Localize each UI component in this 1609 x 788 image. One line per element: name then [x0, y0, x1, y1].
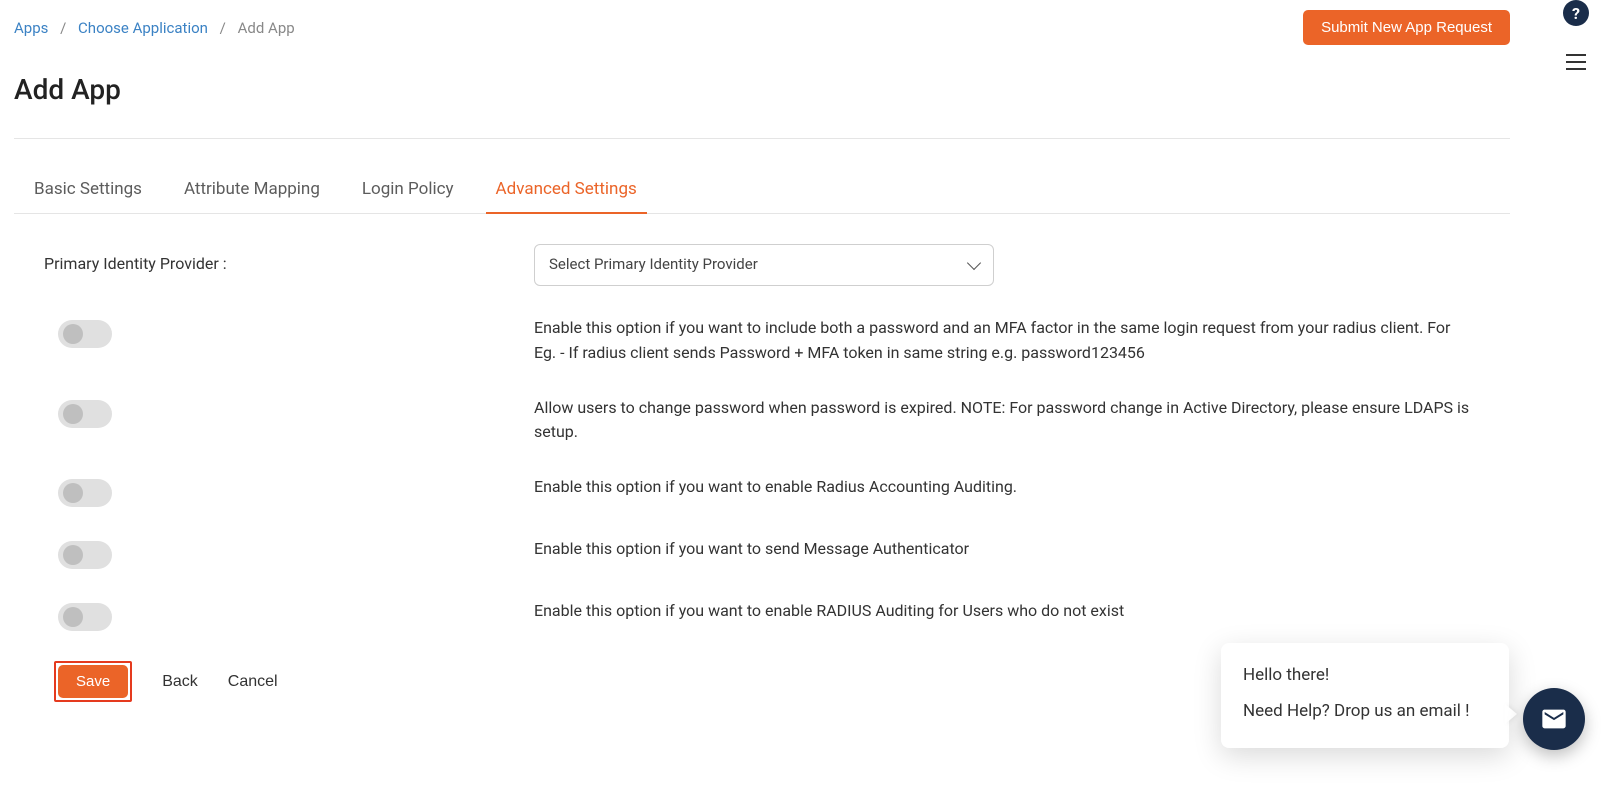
- toggle-message-authenticator[interactable]: [58, 541, 112, 569]
- desc-message-authenticator: Enable this option if you want to send M…: [534, 537, 1510, 562]
- tabs: Basic Settings Attribute Mapping Login P…: [14, 179, 1510, 214]
- cancel-button[interactable]: Cancel: [228, 673, 278, 691]
- toggle-password-mfa-combined[interactable]: [58, 320, 112, 348]
- breadcrumb-choose-application[interactable]: Choose Application: [78, 19, 208, 37]
- tab-advanced-settings[interactable]: Advanced Settings: [496, 179, 637, 213]
- tab-basic-settings[interactable]: Basic Settings: [34, 179, 142, 213]
- toggle-radius-auditing-unknown-users[interactable]: [58, 603, 112, 631]
- tab-attribute-mapping[interactable]: Attribute Mapping: [184, 179, 320, 213]
- desc-radius-auditing-unknown-users: Enable this option if you want to enable…: [534, 599, 1510, 624]
- primary-idp-select-value: Select Primary Identity Provider: [549, 253, 758, 276]
- chat-popup-title: Hello there!: [1243, 663, 1487, 689]
- page-title: Add App: [14, 73, 1510, 106]
- back-button[interactable]: Back: [162, 673, 198, 691]
- desc-password-mfa-combined: Enable this option if you want to includ…: [534, 316, 1510, 366]
- main-content: Apps / Choose Application / Add App Subm…: [0, 0, 1510, 702]
- divider: [14, 138, 1510, 139]
- chevron-down-icon: [967, 256, 981, 270]
- breadcrumb-apps[interactable]: Apps: [14, 19, 48, 37]
- primary-idp-label: Primary Identity Provider :: [44, 244, 534, 273]
- toggle-change-password-expired[interactable]: [58, 400, 112, 428]
- chat-popup-body: Need Help? Drop us an email !: [1243, 699, 1487, 725]
- desc-change-password-expired: Allow users to change password when pass…: [534, 396, 1510, 446]
- breadcrumb-current: Add App: [238, 19, 295, 37]
- hamburger-menu-icon[interactable]: [1566, 54, 1586, 70]
- desc-radius-accounting-auditing: Enable this option if you want to enable…: [534, 475, 1510, 500]
- save-button[interactable]: Save: [58, 665, 128, 698]
- save-button-highlight: Save: [54, 661, 132, 702]
- submit-new-app-request-button[interactable]: Submit New App Request: [1303, 10, 1510, 45]
- chat-help-popup: Hello there! Need Help? Drop us an email…: [1221, 643, 1509, 748]
- tab-login-policy[interactable]: Login Policy: [362, 179, 454, 213]
- help-icon[interactable]: ?: [1563, 0, 1589, 26]
- breadcrumb: Apps / Choose Application / Add App: [14, 19, 295, 37]
- primary-idp-select[interactable]: Select Primary Identity Provider: [534, 244, 994, 286]
- mail-icon: [1540, 705, 1568, 733]
- toggle-radius-accounting-auditing[interactable]: [58, 479, 112, 507]
- chat-fab-button[interactable]: [1523, 688, 1585, 750]
